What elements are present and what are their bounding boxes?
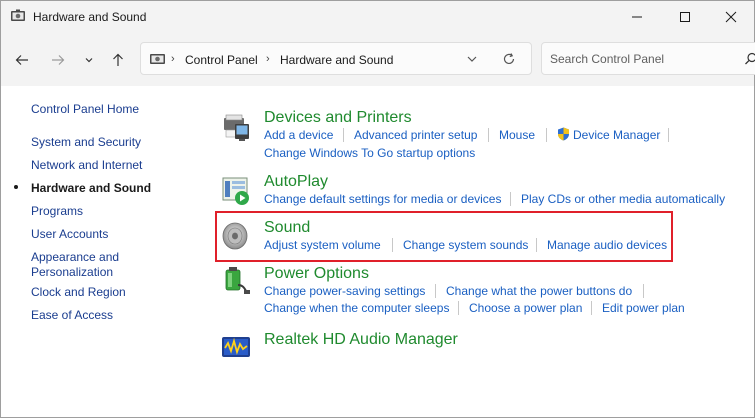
choose-a-power-plan-link[interactable]: Choose a power plan (469, 301, 582, 316)
task-separator (591, 301, 592, 315)
power-options-title[interactable]: Power Options (264, 264, 369, 283)
window-title: Hardware and Sound (33, 10, 147, 24)
back-button[interactable] (11, 49, 33, 71)
task-separator (668, 128, 669, 142)
arrow-up-icon (113, 53, 123, 66)
search-icon[interactable] (744, 52, 755, 66)
task-separator (435, 284, 436, 298)
autoplay-title[interactable]: AutoPlay (264, 172, 328, 191)
edit-power-plan-link[interactable]: Edit power plan (602, 301, 685, 316)
close-icon (725, 11, 737, 22)
sidebar-item-personalization[interactable]: Personalization (31, 265, 113, 280)
uac-shield-icon (558, 127, 569, 141)
change-default-settings-link[interactable]: Change default settings for media or dev… (264, 192, 501, 207)
autoplay-icon[interactable] (220, 175, 252, 207)
up-button[interactable] (107, 49, 129, 71)
breadcrumb-hardware-and-sound[interactable]: Hardware and Sound (280, 53, 393, 67)
title-bar: Hardware and Sound (1, 1, 754, 32)
task-separator (546, 128, 547, 142)
change-power-saving-settings-link[interactable]: Change power-saving settings (264, 284, 425, 299)
task-separator (510, 192, 511, 206)
device-manager-link[interactable]: Device Manager (573, 128, 660, 143)
task-separator (643, 284, 644, 298)
chevron-down-icon (85, 58, 93, 63)
sidebar-item-clock-and-region[interactable]: Clock and Region (31, 285, 126, 300)
advanced-printer-setup-link[interactable]: Advanced printer setup (354, 128, 477, 143)
maximize-button[interactable] (662, 1, 708, 32)
breadcrumb-control-panel[interactable]: Control Panel (185, 53, 258, 67)
arrow-right-icon (52, 55, 65, 65)
address-dropdown-icon[interactable] (465, 53, 479, 65)
add-a-device-link[interactable]: Add a device (264, 128, 333, 143)
maximize-icon (680, 11, 690, 22)
breadcrumb-chevron-icon: › (171, 53, 175, 65)
realtek-audio-icon[interactable] (220, 331, 252, 363)
sidebar-item-control-panel-home[interactable]: Control Panel Home (31, 102, 139, 117)
change-when-computer-sleeps-link[interactable]: Change when the computer sleeps (264, 301, 449, 316)
forward-button[interactable] (47, 49, 69, 71)
task-separator (343, 128, 344, 142)
sidebar-item-hardware-and-sound: Hardware and Sound (31, 181, 152, 195)
sound-highlight-box (215, 211, 673, 262)
mouse-link[interactable]: Mouse (499, 128, 535, 143)
windows-to-go-link[interactable]: Change Windows To Go startup options (264, 146, 475, 161)
search-box (541, 42, 755, 75)
devices-and-printers-title[interactable]: Devices and Printers (264, 108, 412, 127)
current-item-bullet (14, 185, 18, 189)
control-panel-window: Hardware and Sound › Control Panel › Har… (0, 0, 755, 418)
close-button[interactable] (708, 1, 754, 32)
sidebar-item-programs[interactable]: Programs (31, 204, 83, 219)
refresh-icon[interactable] (502, 52, 516, 66)
sidebar: Control Panel Home System and Security N… (1, 86, 201, 418)
recent-locations-button[interactable] (78, 49, 100, 71)
sidebar-item-network-and-internet[interactable]: Network and Internet (31, 158, 142, 173)
minimize-icon (632, 16, 642, 17)
control-panel-icon (150, 54, 165, 64)
address-bar[interactable]: › Control Panel › Hardware and Sound (140, 42, 532, 75)
devices-and-printers-icon[interactable] (220, 112, 252, 144)
sidebar-item-ease-of-access[interactable]: Ease of Access (31, 308, 113, 323)
breadcrumb-chevron-icon: › (266, 53, 270, 65)
change-power-buttons-link[interactable]: Change what the power buttons do (446, 284, 632, 299)
sidebar-item-appearance[interactable]: Appearance and (31, 250, 119, 265)
realtek-hd-audio-manager-title[interactable]: Realtek HD Audio Manager (264, 330, 458, 349)
control-panel-app-icon (11, 9, 25, 21)
navigation-bar: › Control Panel › Hardware and Sound (1, 32, 755, 86)
sidebar-item-system-and-security[interactable]: System and Security (31, 135, 141, 150)
arrow-left-icon (15, 55, 28, 65)
task-separator (458, 301, 459, 315)
sidebar-item-user-accounts[interactable]: User Accounts (31, 227, 108, 242)
search-input[interactable] (550, 51, 730, 67)
minimize-button[interactable] (614, 1, 660, 32)
power-options-icon[interactable] (220, 265, 252, 297)
task-separator (488, 128, 489, 142)
play-cds-automatically-link[interactable]: Play CDs or other media automatically (521, 192, 725, 207)
